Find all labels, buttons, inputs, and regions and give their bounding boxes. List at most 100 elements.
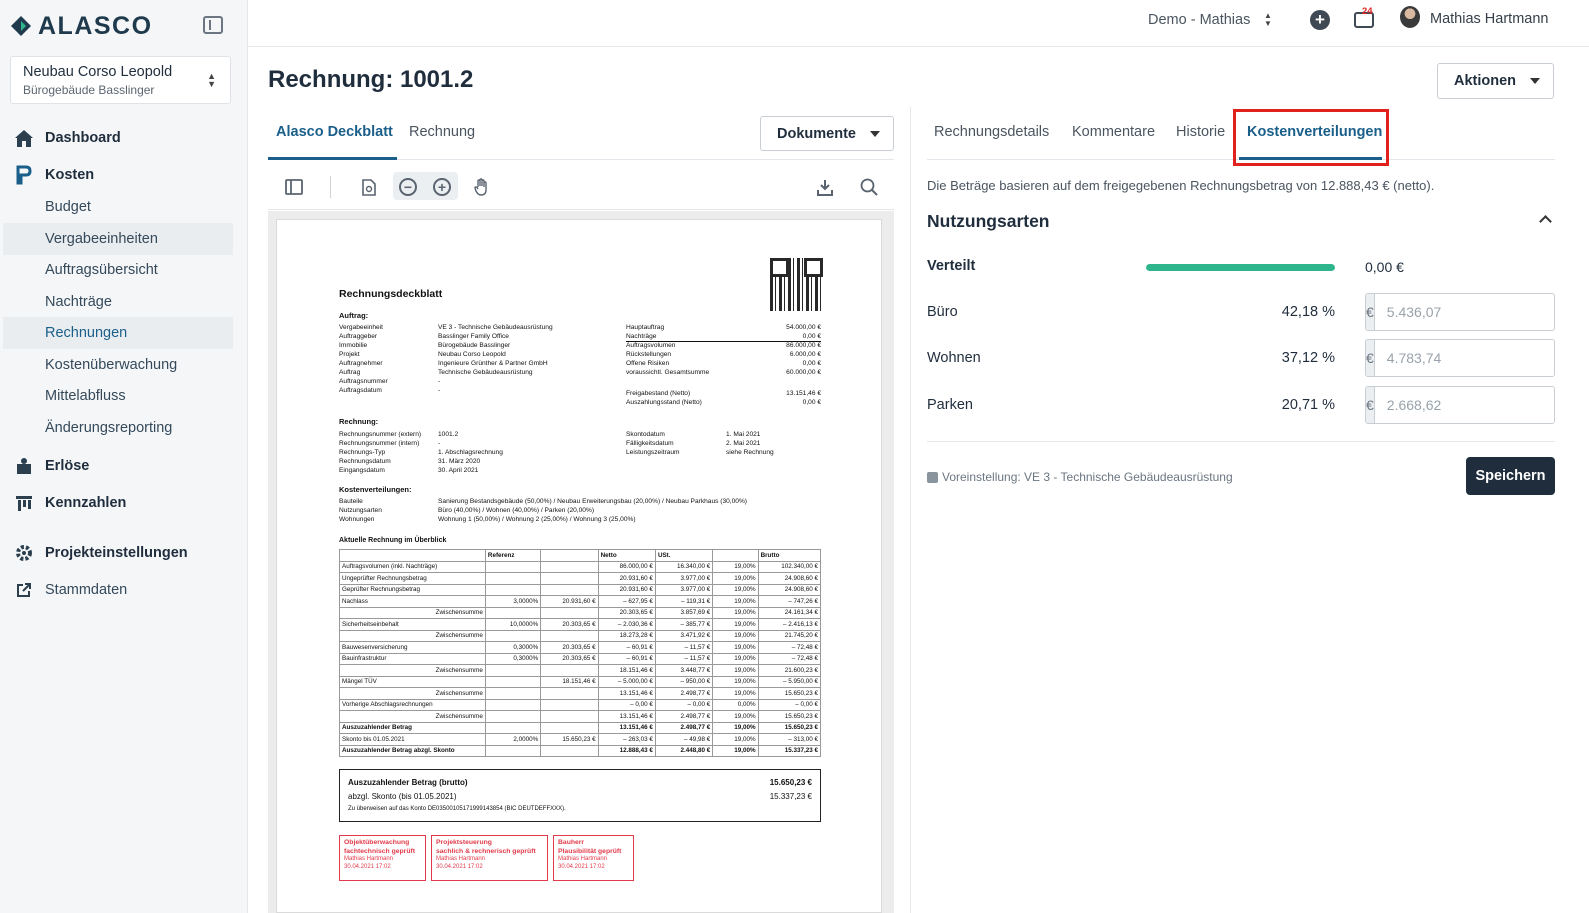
sidebar-item-stammdaten[interactable]: Stammdaten: [0, 574, 248, 606]
preset-info[interactable]: Voreinstellung: VE 3 - Technische Gebäud…: [927, 470, 1233, 484]
top-bar: Demo - Mathias ▲ ▼ + 24 Mathias Hartmann: [248, 0, 1589, 47]
table-header-row: Referenz Netto USt. Brutto: [339, 549, 822, 562]
tab-rechnungsdetails[interactable]: Rechnungsdetails: [934, 124, 1049, 140]
table-cell: – 0,00 €: [654, 698, 714, 711]
sidebar-item-kosten[interactable]: Kosten: [0, 159, 248, 191]
doc-freigabe-labels: Freigabestand (Netto) Auszahlungsstand (…: [626, 390, 702, 406]
row-label-parken: Parken: [927, 397, 973, 413]
amount-input-wohnen[interactable]: [1374, 340, 1554, 376]
sidebar-item-mittelabfluss[interactable]: Mittelabfluss: [0, 380, 248, 412]
amount-field-wohnen[interactable]: €: [1365, 339, 1555, 377]
zoom-out-icon[interactable]: −: [395, 174, 421, 200]
sidebar-item-dashboard[interactable]: Dashboard: [0, 122, 248, 154]
table-cell: 19,00%: [712, 675, 759, 688]
table-cell: 21.600,23 €: [757, 664, 822, 677]
save-button[interactable]: Speichern: [1466, 457, 1555, 495]
sidebar-item-rechnungen[interactable]: Rechnungen: [3, 317, 233, 349]
amount-field-buero[interactable]: €: [1365, 293, 1555, 331]
table-cell: 19,00%: [712, 572, 759, 585]
sidebar-item-vergabeeinheiten[interactable]: Vergabeeinheiten: [3, 223, 233, 255]
sidebar-collapse-icon[interactable]: [203, 16, 223, 34]
table-cell: – 2.030,36 €: [597, 618, 656, 631]
actions-dropdown-button[interactable]: Aktionen: [1437, 63, 1554, 99]
table-cell: [540, 560, 599, 573]
sidebar-toggle-icon[interactable]: [281, 174, 307, 200]
currency-prefix: €: [1366, 340, 1375, 376]
table-cell: [484, 664, 542, 677]
sidebar-item-erloese[interactable]: Erlöse: [0, 450, 248, 482]
user-name[interactable]: Mathias Hartmann: [1430, 11, 1548, 27]
project-selector[interactable]: Neubau Corso Leopold Bürogebäude Basslin…: [10, 56, 231, 104]
doc-title: Rechnungsdeckblatt: [339, 288, 443, 300]
amount-input-parken[interactable]: [1374, 387, 1554, 423]
tenant-switcher[interactable]: Demo - Mathias: [1148, 12, 1250, 28]
table-cell: 20.303,65 €: [540, 652, 599, 665]
sidebar-item-projekteinstellungen[interactable]: Projekteinstellungen: [0, 537, 248, 569]
table-cell: Bauwesenversicherung: [339, 641, 486, 654]
sidebar-item-kennzahlen[interactable]: Kennzahlen: [0, 487, 248, 519]
table-header-cell: Referenz: [484, 549, 542, 562]
table-cell: [484, 560, 542, 573]
table-cell: 3.857,69 €: [654, 606, 714, 619]
sidebar-item-aenderungsreporting[interactable]: Änderungsreporting: [0, 412, 248, 444]
table-cell: 86.000,00 €: [597, 560, 656, 573]
brand-logo[interactable]: ALASCO: [10, 10, 153, 42]
table-cell: [540, 629, 599, 642]
table-cell: 18.151,46 €: [540, 675, 599, 688]
search-icon[interactable]: [856, 174, 882, 200]
tab-rechnung[interactable]: Rechnung: [409, 124, 475, 140]
gear-icon: [14, 543, 34, 563]
table-cell: – 313,00 €: [757, 733, 822, 746]
table-cell: 19,00%: [712, 595, 759, 608]
table-cell: 19,00%: [712, 687, 759, 700]
table-cell: 19,00%: [712, 664, 759, 677]
table-cell: – 2.416,13 €: [757, 618, 822, 631]
project-subtitle: Bürogebäude Basslinger: [23, 83, 155, 97]
tab-alasco-deckblatt[interactable]: Alasco Deckblatt: [276, 124, 393, 140]
table-row: Nachlass 3,0000% 20.931,60 € – 627,95 € – 11…: [339, 595, 822, 608]
sidebar-item-nachtraege[interactable]: Nachträge: [0, 286, 248, 318]
table-cell: [484, 629, 542, 642]
table-cell: – 72,48 €: [757, 641, 822, 654]
zoom-in-icon[interactable]: +: [429, 174, 455, 200]
distribution-progress-bar: [1146, 264, 1335, 271]
chevron-up-icon[interactable]: [1539, 215, 1552, 228]
table-cell: [484, 572, 542, 585]
page-settings-icon[interactable]: [356, 174, 382, 200]
doc-auftrag-heading: Auftrag:: [339, 311, 369, 320]
table-cell: Auszuzahlender Betrag: [339, 721, 486, 734]
amount-field-parken[interactable]: €: [1365, 386, 1555, 424]
amount-input-buero[interactable]: [1374, 294, 1554, 330]
table-row: Ungeprüfter Rechnungsbetrag 20.931,60 €3.…: [339, 572, 822, 585]
pan-hand-icon[interactable]: [469, 174, 495, 200]
sidebar-item-kostenueberwachung[interactable]: Kostenüberwachung: [0, 349, 248, 381]
sidebar-item-budget[interactable]: Budget: [0, 191, 248, 223]
table-cell: – 5.000,00 €: [597, 675, 656, 688]
table-cell: 19,00%: [712, 710, 759, 723]
tab-historie[interactable]: Historie: [1176, 124, 1225, 140]
table-cell: 3.448,77 €: [654, 664, 714, 677]
actions-label: Aktionen: [1454, 73, 1517, 89]
avatar[interactable]: [1400, 6, 1420, 28]
doc-freigabe-values: 13.151,46 € 0,00 €: [786, 390, 821, 406]
table-cell: Geprüfter Rechnungsbetrag: [339, 583, 486, 596]
table-header-cell: USt.: [654, 549, 714, 562]
table-cell: [540, 572, 599, 585]
table-cell: 20.931,60 €: [540, 595, 599, 608]
tab-kommentare[interactable]: Kommentare: [1072, 124, 1155, 140]
download-icon[interactable]: [812, 174, 838, 200]
table-cell: [484, 710, 542, 723]
distributed-value: 0,00 €: [1365, 259, 1404, 275]
table-cell: [484, 721, 542, 734]
table-cell: 24.908,60 €: [757, 572, 822, 585]
sidebar-item-auftragsuebersicht[interactable]: Auftragsübersicht: [0, 254, 248, 286]
updown-chevron-icon: ▲ ▼: [207, 71, 216, 89]
table-cell: 3.977,00 €: [654, 583, 714, 596]
caret-down-icon: [1530, 78, 1541, 84]
documents-dropdown-button[interactable]: Dokumente: [760, 116, 894, 151]
active-tab-indicator: [268, 157, 397, 160]
table-cell: – 11,57 €: [654, 641, 714, 654]
add-icon[interactable]: +: [1310, 10, 1330, 30]
preset-text: Voreinstellung: VE 3 - Technische Gebäud…: [942, 470, 1233, 484]
info-text: Die Beträge basieren auf dem freigegeben…: [927, 178, 1435, 193]
